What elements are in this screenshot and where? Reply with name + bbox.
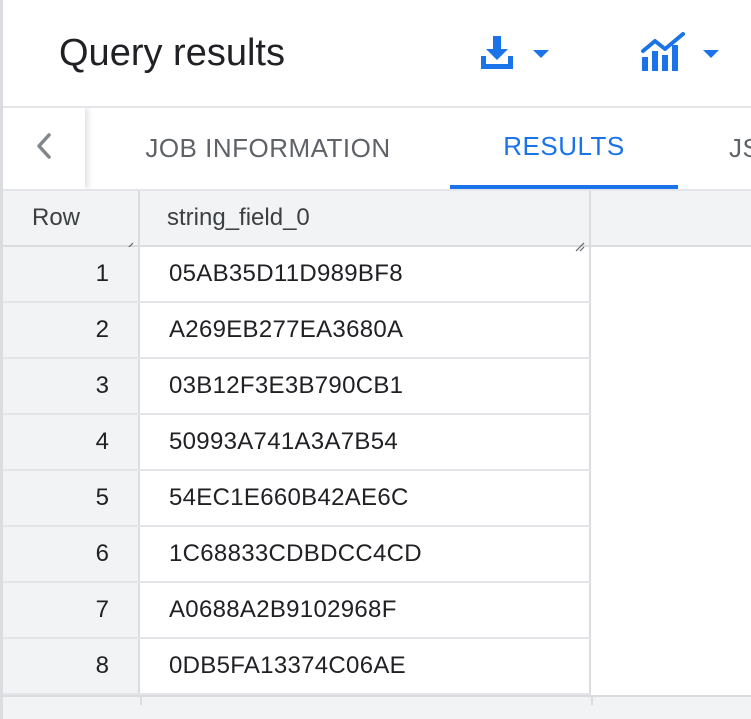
tab-json[interactable]: JSON <box>715 108 751 189</box>
string-field-cell[interactable]: A0688A2B9102968F <box>140 583 591 637</box>
string-field-cell[interactable]: A269EB277EA3680A <box>140 303 591 357</box>
table-row[interactable]: 7 A0688A2B9102968F <box>3 583 591 639</box>
download-caret-icon <box>533 50 549 58</box>
chevron-left-icon <box>33 131 55 166</box>
string-field-cell[interactable]: 1C68833CDBDCC4CD <box>140 527 591 581</box>
table-row[interactable]: 6 1C68833CDBDCC4CD <box>3 527 591 583</box>
row-number-cell: 1 <box>3 247 140 301</box>
table-row[interactable]: 2 A269EB277EA3680A <box>3 303 591 359</box>
table-body: 1 05AB35D11D989BF8 2 A269EB277EA3680A 3 … <box>3 247 591 695</box>
row-number-cell: 5 <box>3 471 140 525</box>
column-header-label: Row <box>32 204 81 231</box>
page-title: Query results <box>59 32 285 74</box>
table-row[interactable]: 1 05AB35D11D989BF8 <box>3 247 591 303</box>
download-results-button[interactable] <box>477 26 549 82</box>
column-resize-handle[interactable] <box>575 231 585 252</box>
tabs-scroll-left-button[interactable] <box>3 108 85 189</box>
row-number-cell: 7 <box>3 583 140 637</box>
table-row[interactable]: 3 03B12F3E3B790CB1 <box>3 359 591 415</box>
query-results-panel: Query results JOB INFORMATION RESULTS J … <box>0 0 751 719</box>
table-header: Row string_field_0 <box>3 191 751 252</box>
string-field-cell[interactable]: 0DB5FA13374C06AE <box>140 639 591 693</box>
table-row[interactable]: 8 0DB5FA13374C06AE <box>3 639 591 695</box>
tab-job-information[interactable]: JOB INFORMATION <box>123 108 413 189</box>
row-number-cell: 4 <box>3 415 140 469</box>
table-row[interactable]: 5 54EC1E660B42AE6C <box>3 471 591 527</box>
download-icon <box>477 32 517 77</box>
table-row[interactable]: 4 50993A741A3A7B54 <box>3 415 591 471</box>
tab-results[interactable]: RESULTS <box>450 108 678 189</box>
string-field-cell[interactable]: 05AB35D11D989BF8 <box>140 247 591 301</box>
string-field-cell[interactable]: 54EC1E660B42AE6C <box>140 471 591 525</box>
column-divider <box>591 697 593 705</box>
column-resize-handle[interactable] <box>124 231 134 252</box>
column-header-label: string_field_0 <box>167 204 310 231</box>
string-field-cell[interactable]: 03B12F3E3B790CB1 <box>140 359 591 413</box>
table-scroll-area[interactable] <box>3 695 751 719</box>
row-number-cell: 2 <box>3 303 140 357</box>
results-tabs: JOB INFORMATION RESULTS JSON <box>3 108 751 191</box>
string-field-cell[interactable]: 50993A741A3A7B54 <box>140 415 591 469</box>
chart-explore-icon <box>639 31 687 78</box>
row-number-cell: 6 <box>3 527 140 581</box>
column-header-string-field-0[interactable]: string_field_0 <box>140 191 591 252</box>
explore-data-button[interactable] <box>639 26 719 82</box>
results-header: Query results <box>3 0 751 108</box>
row-number-cell: 8 <box>3 639 140 693</box>
column-divider <box>140 697 142 705</box>
explore-caret-icon <box>703 50 719 58</box>
results-table: Row string_field_0 1 05AB35D11D989BF8 2 … <box>3 191 751 719</box>
row-number-cell: 3 <box>3 359 140 413</box>
column-header-row[interactable]: Row <box>3 191 140 252</box>
